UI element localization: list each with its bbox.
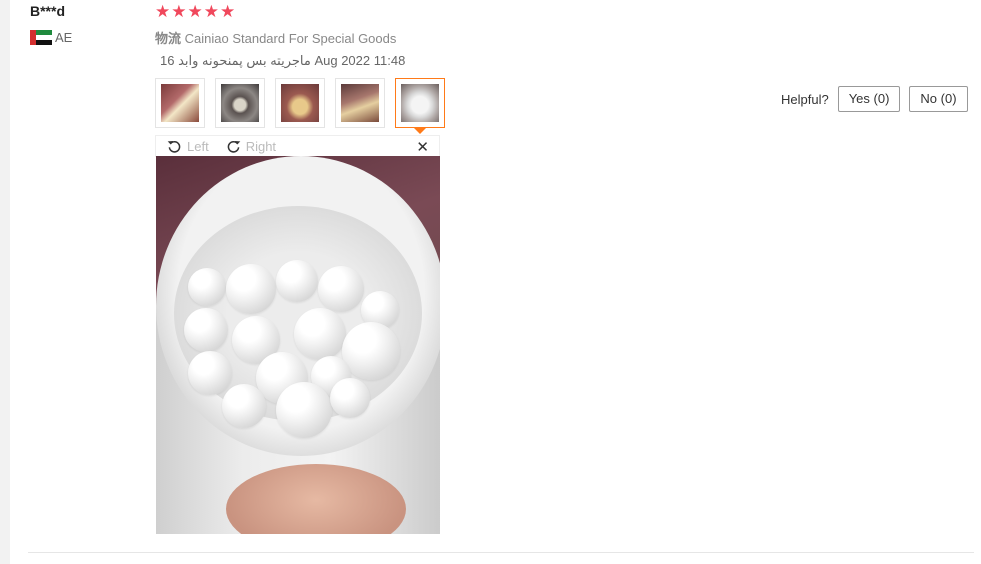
helpful-no-button[interactable]: No (0) [909,86,968,112]
left-side-rule [0,0,10,564]
image-viewer-toolbar: Left Right ✕ [155,135,440,157]
reviewer-name: B***d [30,3,66,19]
star-icon: ★ [220,2,236,21]
thumbnail-photo-1[interactable] [155,78,205,128]
star-icon: ★ [155,2,171,21]
star-rating: ★ ★ ★ ★ ★ [155,3,235,20]
thumbnail-photo-2[interactable] [215,78,265,128]
reviewer-country: AE [30,30,72,45]
rotate-left-label: Left [187,139,209,154]
thumbnail-photo-3[interactable] [275,78,325,128]
enlarged-review-photo [156,156,440,534]
rotate-right-button[interactable]: Right [225,138,276,155]
review-date: 16 ماجريته بس پمنحونه وابد Aug 2022 11:4… [160,53,406,68]
thumbnail-photo-4[interactable] [335,78,385,128]
rotate-left-icon [167,140,181,153]
close-viewer-icon[interactable]: ✕ [416,138,429,156]
shipping-method: 物流 Cainiao Standard For Special Goods [155,28,396,47]
rotate-left-button[interactable]: Left [166,138,209,155]
review-divider [28,552,974,553]
helpful-label: Helpful? [781,91,829,107]
shipping-method-text: Cainiao Standard For Special Goods [184,31,397,46]
review-photo-thumbnails [155,78,445,134]
country-code: AE [55,30,73,45]
rotate-right-label: Right [245,139,277,154]
helpful-votes: Helpful? Yes (0) No (0) [781,86,968,112]
star-icon: ★ [203,2,219,21]
star-icon: ★ [187,2,203,21]
star-icon: ★ [171,2,187,21]
helpful-yes-button[interactable]: Yes (0) [837,86,901,112]
uae-flag-icon [30,30,52,45]
shipping-label-cn: 物流 [155,31,182,46]
rotate-right-icon [227,140,240,153]
thumbnail-photo-5-selected[interactable] [395,78,445,134]
